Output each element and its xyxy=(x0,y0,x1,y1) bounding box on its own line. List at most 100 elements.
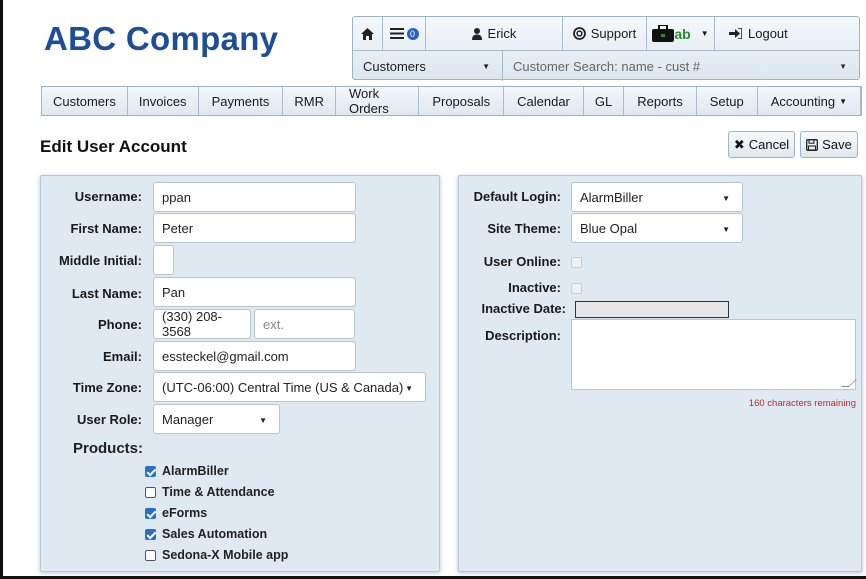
home-button[interactable] xyxy=(353,17,383,50)
messages-button[interactable]: 0 xyxy=(383,17,426,50)
cancel-button[interactable]: ✖ Cancel xyxy=(728,131,795,158)
user-online-checkbox xyxy=(571,257,582,268)
logout-label: Logout xyxy=(748,26,788,41)
save-button[interactable]: Save xyxy=(800,131,858,158)
username-field[interactable]: ppan xyxy=(153,182,356,212)
user-role-select[interactable]: Manager ▼ xyxy=(153,404,280,434)
main-nav: Customers Invoices Payments RMR Work Ord… xyxy=(41,86,862,116)
middle-initial-field[interactable] xyxy=(153,245,174,275)
username-label: Username: xyxy=(74,189,142,204)
products-title: Products: xyxy=(73,440,144,457)
lifebuoy-icon xyxy=(572,27,586,40)
floppy-disk-icon xyxy=(806,138,819,151)
chevron-down-icon: ▼ xyxy=(482,62,490,71)
resize-handle-icon[interactable] xyxy=(841,379,857,387)
customer-search-input[interactable]: Customer Search: name - cust # ▼ xyxy=(503,51,859,81)
nav-item-rmr[interactable]: RMR xyxy=(283,87,336,115)
logout-button[interactable]: Logout xyxy=(715,17,859,50)
nav-item-invoices[interactable]: Invoices xyxy=(128,87,199,115)
support-label: Support xyxy=(590,26,637,41)
user-name: Erick xyxy=(487,26,517,41)
nav-item-calendar[interactable]: Calendar xyxy=(504,87,584,115)
chevron-down-icon: ▼ xyxy=(405,384,413,393)
user-online-label: User Online: xyxy=(483,254,561,269)
site-theme-value: Blue Opal xyxy=(580,220,638,236)
default-login-select[interactable]: AlarmBiller ▼ xyxy=(571,182,743,212)
product-label: AlarmBiller xyxy=(162,464,229,478)
messages-icon xyxy=(389,28,404,39)
messages-badge: 0 xyxy=(406,27,419,40)
brand-menu[interactable]: ab ▼ xyxy=(647,17,715,50)
first-name-label: First Name: xyxy=(70,221,142,236)
search-scope-select[interactable]: Customers ▼ xyxy=(353,51,503,81)
product-option-sales-automation[interactable]: Sales Automation xyxy=(145,527,267,541)
time-zone-label: Time Zone: xyxy=(72,380,142,395)
description-textarea[interactable] xyxy=(571,319,857,390)
brand-badge: ab xyxy=(674,25,691,42)
product-option-alarmbiller[interactable]: AlarmBiller xyxy=(145,464,229,478)
nav-item-customers[interactable]: Customers xyxy=(42,87,128,115)
inactive-label: Inactive: xyxy=(508,280,561,295)
checkbox[interactable] xyxy=(145,507,156,519)
checkbox[interactable] xyxy=(145,528,156,540)
time-zone-select[interactable]: (UTC-06:00) Central Time (US & Canada) ▼ xyxy=(153,372,426,402)
product-label: eForms xyxy=(162,506,208,520)
checkbox[interactable] xyxy=(145,549,156,561)
chevron-down-icon: ▼ xyxy=(722,194,730,203)
first-name-field[interactable]: Peter xyxy=(153,213,356,243)
search-placeholder: Customer Search: name - cust # xyxy=(513,58,701,74)
nav-item-reports[interactable]: Reports xyxy=(624,87,697,115)
product-label: Sales Automation xyxy=(162,527,268,541)
product-option-eforms[interactable]: eForms xyxy=(145,506,207,520)
chevron-down-icon: ▼ xyxy=(700,29,709,38)
characters-remaining: 160 characters remaining xyxy=(748,398,856,409)
phone-label: Phone: xyxy=(97,317,142,332)
home-icon xyxy=(361,27,374,40)
nav-item-payments[interactable]: Payments xyxy=(199,87,284,115)
nav-item-gl[interactable]: GL xyxy=(584,87,625,115)
support-button[interactable]: Support xyxy=(563,17,647,50)
product-option-sedona-x-mobile[interactable]: Sedona-X Mobile app xyxy=(145,548,288,562)
company-logo: ABC Company xyxy=(44,20,279,57)
default-login-value: AlarmBiller xyxy=(580,189,643,205)
search-scope-value: Customers xyxy=(363,58,426,74)
inactive-date-field[interactable] xyxy=(575,301,729,318)
default-login-label: Default Login: xyxy=(473,189,561,204)
chevron-down-icon: ▼ xyxy=(839,96,847,106)
last-name-field[interactable]: Pan xyxy=(153,277,356,307)
user-role-label: User Role: xyxy=(76,412,142,427)
product-label: Sedona-X Mobile app xyxy=(162,548,289,562)
last-name-label: Last Name: xyxy=(71,286,142,301)
close-icon: ✖ xyxy=(733,136,745,152)
chevron-down-icon: ▼ xyxy=(722,225,730,234)
product-label: Time & Attendance xyxy=(162,485,275,499)
top-toolbar: 0 Erick Support ab ▼ Logout Customers ▼ … xyxy=(352,16,860,81)
chevron-down-icon: ▼ xyxy=(259,416,267,425)
site-theme-select[interactable]: Blue Opal ▼ xyxy=(571,213,743,243)
save-label: Save xyxy=(822,137,852,152)
page-title: Edit User Account xyxy=(40,137,187,156)
time-zone-value: (UTC-06:00) Central Time (US & Canada) xyxy=(162,379,404,395)
briefcase-icon xyxy=(652,25,675,42)
nav-item-setup[interactable]: Setup xyxy=(697,87,758,115)
site-theme-label: Site Theme: xyxy=(487,221,561,236)
checkbox[interactable] xyxy=(145,465,156,477)
checkbox[interactable] xyxy=(145,486,156,498)
nav-item-work-orders[interactable]: Work Orders xyxy=(336,86,420,116)
email-label: Email: xyxy=(102,349,142,364)
cancel-label: Cancel xyxy=(748,137,790,152)
inactive-date-label: Inactive Date: xyxy=(481,301,566,316)
nav-item-proposals[interactable]: Proposals xyxy=(419,87,505,115)
product-option-time-attendance[interactable]: Time & Attendance xyxy=(145,485,275,499)
phone-field[interactable]: (330) 208-3568 xyxy=(153,309,251,339)
nav-item-accounting[interactable]: Accounting ▼ xyxy=(758,87,861,115)
middle-initial-label: Middle Initial: xyxy=(58,253,142,268)
email-field[interactable]: essteckel@gmail.com xyxy=(153,341,356,371)
user-role-value: Manager xyxy=(162,411,214,427)
inactive-checkbox[interactable] xyxy=(571,283,582,294)
phone-extension-field[interactable]: ext. xyxy=(254,309,355,339)
user-menu[interactable]: Erick xyxy=(426,17,563,50)
user-icon xyxy=(471,27,482,40)
description-label: Description: xyxy=(485,328,561,343)
nav-accounting-label: Accounting xyxy=(770,93,836,109)
